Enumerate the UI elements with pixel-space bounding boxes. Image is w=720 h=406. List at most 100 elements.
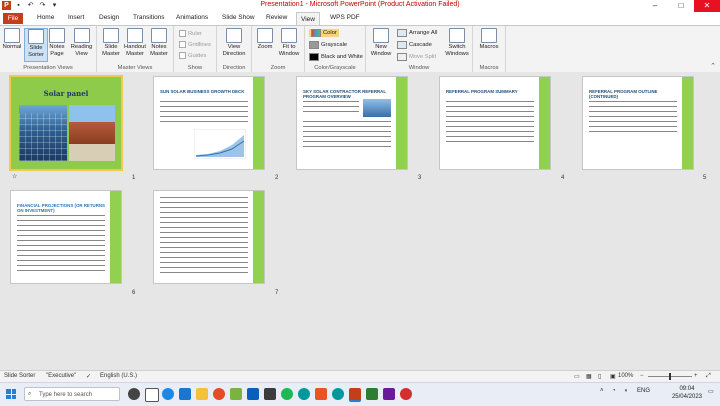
arrange-all-button[interactable]: Arrange All	[397, 29, 437, 37]
group-label: Direction	[222, 65, 246, 71]
close-button[interactable]: ✕	[694, 0, 720, 12]
fit-to-window-button[interactable]: Fit to Window	[277, 28, 301, 57]
windows-start-icon[interactable]	[6, 389, 16, 399]
slide-thumbnail[interactable]	[154, 191, 264, 283]
app5-icon[interactable]	[400, 388, 412, 400]
new-window-icon	[373, 28, 389, 43]
group-presentation-views: Normal Slide Sorter Notes Page Reading V…	[0, 26, 97, 72]
zoom-level[interactable]: 100%	[618, 373, 633, 379]
mail-icon[interactable]	[179, 388, 191, 400]
slide-sorter-button[interactable]: Slide Sorter	[24, 28, 48, 62]
slide-sorter-area[interactable]: Solar panel ☆ 1 SUN SOLAR BUSINESS GROWT…	[0, 72, 720, 370]
slide-master-button[interactable]: Slide Master	[100, 28, 122, 57]
group-zoom: Zoom Fit to Window Zoom	[252, 26, 305, 72]
slide-title: Solar panel	[43, 89, 89, 98]
tab-file[interactable]: File	[3, 13, 23, 24]
gridlines-checkbox[interactable]: Gridlines	[179, 41, 211, 48]
guides-checkbox[interactable]: Guides	[179, 52, 206, 59]
tab-insert[interactable]: Insert	[68, 14, 84, 21]
ruler-checkbox[interactable]: Ruler	[179, 30, 202, 37]
tab-wps-pdf[interactable]: WPS PDF	[330, 14, 360, 21]
arduino2-icon[interactable]	[332, 388, 344, 400]
normal-view-status-icon[interactable]: ▭	[574, 373, 580, 380]
handout-master-button[interactable]: Handout Master	[123, 28, 147, 57]
status-language[interactable]: English (U.S.)	[100, 373, 137, 379]
clock-date: 25/04/2023	[671, 394, 702, 400]
reading-view-status-icon[interactable]: ▯	[598, 373, 601, 380]
minimize-button[interactable]: –	[642, 0, 668, 12]
cortana-icon[interactable]	[128, 388, 140, 400]
input-language[interactable]: ENG	[637, 388, 650, 394]
ribbon-tabs: File Home Insert Design Transitions Anim…	[0, 12, 720, 25]
slide-text-lines	[17, 215, 105, 275]
color-button[interactable]: Color	[309, 29, 339, 37]
slide-thumbnail[interactable]: SUN SOLAR BUSINESS GROWTH DECK	[154, 77, 264, 169]
handout-master-icon	[127, 28, 143, 43]
reading-view-button[interactable]: Reading View	[69, 28, 94, 57]
taskbar-clock[interactable]: 09:04 25/04/2023	[672, 385, 702, 401]
view-direction-button[interactable]: View Direction	[220, 28, 248, 57]
cascade-icon	[397, 41, 407, 49]
chrome-icon[interactable]	[213, 388, 225, 400]
slide-text-lines	[589, 101, 677, 136]
network-icon[interactable]: ◔	[612, 388, 616, 394]
normal-label: Normal	[2, 44, 22, 50]
normal-view-button[interactable]: Normal	[2, 28, 22, 51]
tab-transitions[interactable]: Transitions	[133, 14, 165, 21]
tab-design[interactable]: Design	[99, 14, 119, 21]
task-view-icon[interactable]	[145, 388, 159, 402]
window-controls: – □ ✕	[642, 0, 720, 12]
slide-thumbnail[interactable]: REFERRAL PROGRAM SUMMARY	[440, 77, 550, 169]
word-icon[interactable]	[247, 388, 259, 400]
notes-page-button[interactable]: Notes Page	[47, 28, 67, 57]
slide-thumbnail[interactable]: Solar panel	[11, 77, 121, 169]
spellcheck-icon[interactable]: ✓	[86, 373, 91, 380]
zoom-in-icon[interactable]: +	[694, 373, 698, 379]
black-and-white-button[interactable]: Black and White	[309, 53, 363, 61]
zoom-slider-thumb[interactable]	[669, 373, 671, 380]
app4-icon[interactable]	[383, 388, 395, 400]
cascade-button[interactable]: Cascade	[397, 41, 432, 49]
maximize-button[interactable]: □	[668, 0, 694, 12]
zoom-out-icon[interactable]: −	[640, 373, 644, 379]
arduino-icon[interactable]	[298, 388, 310, 400]
tab-animations[interactable]: Animations	[176, 14, 208, 21]
volume-icon[interactable]: ◖	[624, 388, 628, 394]
fit-slide-icon[interactable]: ⤢	[706, 373, 711, 380]
notes-master-button[interactable]: Notes Master	[148, 28, 170, 57]
slide-sorter-status-icon[interactable]: ▦	[586, 373, 592, 380]
macros-icon	[481, 28, 497, 43]
app2-icon[interactable]	[315, 388, 327, 400]
tab-review[interactable]: Review	[266, 14, 287, 21]
spotify-icon[interactable]	[281, 388, 293, 400]
app3-icon[interactable]	[366, 388, 378, 400]
slide-show-status-icon[interactable]: ▣	[610, 373, 616, 380]
store-icon[interactable]	[230, 388, 242, 400]
slide-thumbnail[interactable]: FINANCIAL PROJECTIONS (OR RETURNS ON INV…	[11, 191, 121, 283]
file-explorer-icon[interactable]	[196, 388, 208, 400]
notifications-icon[interactable]: ▭	[708, 388, 714, 395]
slide-accent-bar	[110, 191, 121, 283]
grayscale-button[interactable]: Grayscale	[309, 41, 347, 49]
slide-text-lines	[303, 101, 359, 116]
switch-windows-button[interactable]: Switch Windows	[444, 28, 470, 57]
slide-thumbnail[interactable]: REFERRAL PROGRAM OUTLINE (CONTINUED)	[583, 77, 693, 169]
powerpoint-taskbar-icon[interactable]	[349, 388, 361, 402]
new-window-button[interactable]: New Window	[369, 28, 393, 57]
tab-slide-show[interactable]: Slide Show	[222, 14, 255, 21]
zoom-button[interactable]: Zoom	[255, 28, 275, 51]
slide-thumbnail[interactable]: SKY SOLAR CONTRACTOR REFERRAL PROGRAM OV…	[297, 77, 407, 169]
edge-icon[interactable]	[162, 388, 174, 400]
group-label: Presentation Views	[23, 65, 73, 71]
tab-view[interactable]: View	[296, 12, 320, 25]
taskbar-search-input[interactable]: Type here to search	[24, 387, 120, 401]
macros-button[interactable]: Macros	[477, 28, 501, 51]
color-icon	[311, 29, 321, 37]
app-icon[interactable]	[264, 388, 276, 400]
tray-chevron-icon[interactable]: ˄	[600, 388, 604, 394]
move-split-button[interactable]: Move Split	[397, 53, 436, 61]
collapse-ribbon-icon[interactable]: ⌃	[710, 62, 716, 70]
tab-home[interactable]: Home	[37, 14, 54, 21]
guides-label: Guides	[188, 52, 207, 59]
notes-page-label: Notes Page	[49, 44, 65, 57]
